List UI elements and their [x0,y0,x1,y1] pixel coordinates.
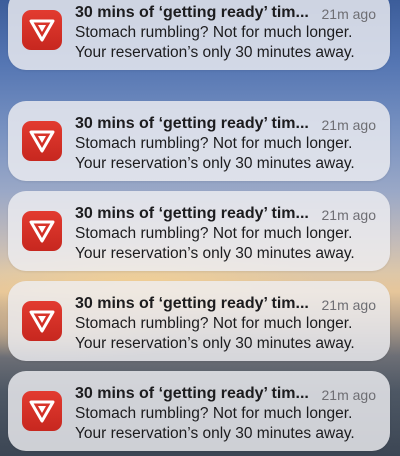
notification-body-line-2: Your reservation’s only 30 minutes away. [75,155,355,172]
notification-body: Stomach rumbling? Not for much longer. Y… [75,23,375,63]
notification-time: 21m ago [321,6,376,22]
notification-card[interactable]: 30 mins of ‘getting ready’ tim... 21m ag… [8,191,390,271]
notification-card[interactable]: 30 mins of ‘getting ready’ tim... 21m ag… [8,281,390,361]
virgin-red-app-icon [22,391,62,431]
virgin-red-app-icon [22,10,62,50]
notification-body-line-1: Stomach rumbling? Not for much longer. [75,405,353,422]
notification-body-line-2: Your reservation’s only 30 minutes away. [75,245,355,262]
notification-title: 30 mins of ‘getting ready’ tim... [75,295,309,312]
notification-body: Stomach rumbling? Not for much longer. Y… [75,314,375,354]
notification-card[interactable]: 30 mins of ‘getting ready’ tim... 21m ag… [8,0,390,70]
notification-time: 21m ago [321,117,376,133]
notification-body-line-2: Your reservation’s only 30 minutes away. [75,425,355,442]
virgin-red-app-icon [22,121,62,161]
notification-time: 21m ago [321,387,376,403]
notification-body: Stomach rumbling? Not for much longer. Y… [75,224,375,264]
virgin-red-app-icon [22,211,62,251]
notification-body-line-2: Your reservation’s only 30 minutes away. [75,335,355,352]
notification-body: Stomach rumbling? Not for much longer. Y… [75,404,375,444]
notification-card[interactable]: 30 mins of ‘getting ready’ tim... 21m ag… [8,101,390,181]
notification-time: 21m ago [321,207,376,223]
notification-title: 30 mins of ‘getting ready’ tim... [75,205,309,222]
notification-title: 30 mins of ‘getting ready’ tim... [75,385,309,402]
notification-body-line-2: Your reservation’s only 30 minutes away. [75,44,355,61]
notification-body-line-1: Stomach rumbling? Not for much longer. [75,24,353,41]
notification-body: Stomach rumbling? Not for much longer. Y… [75,134,375,174]
notification-stack: 30 mins of ‘getting ready’ tim... 21m ag… [0,0,400,456]
notification-body-line-1: Stomach rumbling? Not for much longer. [75,315,353,332]
notification-title: 30 mins of ‘getting ready’ tim... [75,4,309,21]
notification-card[interactable]: 30 mins of ‘getting ready’ tim... 21m ag… [8,371,390,451]
notification-time: 21m ago [321,297,376,313]
notification-body-line-1: Stomach rumbling? Not for much longer. [75,225,353,242]
virgin-red-app-icon [22,301,62,341]
notification-title: 30 mins of ‘getting ready’ tim... [75,115,309,132]
notification-body-line-1: Stomach rumbling? Not for much longer. [75,135,353,152]
